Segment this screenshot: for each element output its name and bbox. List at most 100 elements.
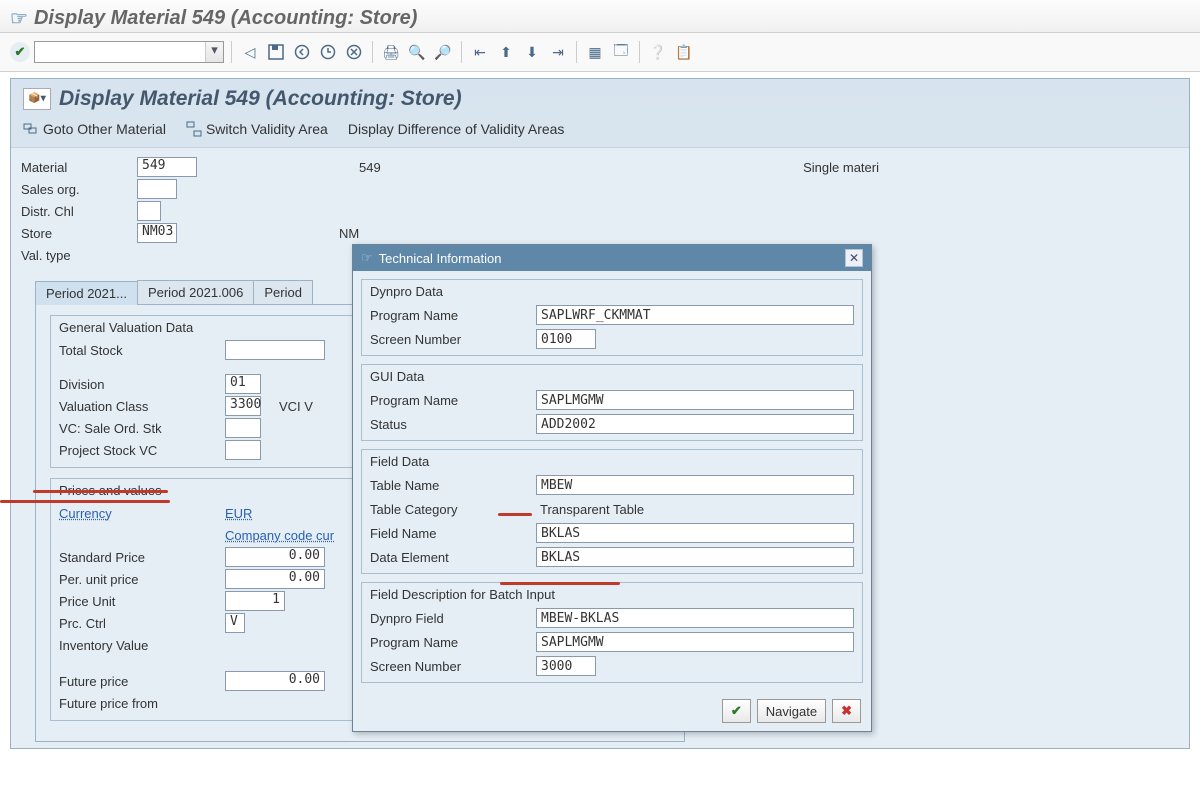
future-price-field[interactable]: 0.00 — [225, 671, 325, 691]
field-data-group: Field Data Table NameMBEW Table Category… — [361, 449, 863, 574]
prc-ctrl-field[interactable]: V — [225, 613, 245, 633]
total-stock-field[interactable] — [225, 340, 325, 360]
total-stock-label: Total Stock — [59, 343, 219, 358]
future-price-label: Future price — [59, 674, 219, 689]
batch-program-label: Program Name — [370, 635, 530, 650]
dynpro-data-group: Dynpro Data Program NameSAPLWRF_CKMMAT S… — [361, 279, 863, 356]
material-label: Material — [21, 160, 131, 175]
data-element-field: BKLAS — [536, 547, 854, 567]
distr-chl-field[interactable] — [137, 201, 161, 221]
cancel-icon: ✖ — [841, 703, 852, 719]
window-title-bar: ☞ Display Material 549 (Accounting: Stor… — [0, 0, 1200, 32]
batch-legend: Field Description for Batch Input — [362, 583, 862, 606]
tab-period-3[interactable]: Period — [253, 280, 313, 304]
currency-value[interactable]: EUR — [225, 506, 355, 521]
material-field[interactable]: 549 — [137, 157, 197, 177]
dynpro-legend: Dynpro Data — [362, 280, 862, 303]
table-category-value: Transparent Table — [536, 502, 854, 517]
batch-screen-label: Screen Number — [370, 659, 530, 674]
ok-button[interactable]: ✔ — [10, 42, 30, 62]
dynpro-program-label: Program Name — [370, 308, 530, 323]
table-name-label: Table Name — [370, 478, 530, 493]
valuation-class-field[interactable]: 3300 — [225, 396, 261, 416]
goto-icon — [23, 121, 39, 137]
switch-icon — [186, 121, 202, 137]
find-icon[interactable]: 🔍 — [406, 41, 428, 63]
store-label: Store — [21, 226, 131, 241]
price-unit-label: Price Unit — [59, 594, 219, 609]
annotation-underline-3 — [498, 513, 532, 516]
main-toolbar: ✔ ▾ ◁ 🖨 🔍 🔎 ⇤ ⬆ ⬇ ⇥ ▦ 🗔 ❔ 📋 — [0, 33, 1200, 71]
prc-ctrl-label: Prc. Ctrl — [59, 616, 219, 631]
back-icon[interactable]: ◁ — [239, 41, 261, 63]
screen-title: Display Material 549 (Accounting: Store) — [59, 87, 462, 111]
find-next-icon[interactable]: 🔎 — [432, 41, 454, 63]
batch-screen-field: 3000 — [536, 656, 596, 676]
division-field[interactable]: 01 — [225, 374, 261, 394]
vci-v-text: VCI V — [279, 399, 313, 414]
project-stock-vc-field[interactable] — [225, 440, 261, 460]
material-desc: 549 — [359, 160, 381, 175]
popup-close-button[interactable]: ✕ — [845, 249, 863, 267]
check-icon: ✔ — [731, 703, 742, 719]
vc-sale-ord-field[interactable] — [225, 418, 261, 438]
print-icon[interactable]: 🖨 — [380, 41, 402, 63]
sales-org-field[interactable] — [137, 179, 177, 199]
new-session-icon[interactable]: ▦ — [584, 41, 606, 63]
shortcut-icon[interactable]: 🗔 — [610, 41, 632, 63]
field-name-label: Field Name — [370, 526, 530, 541]
gui-program-label: Program Name — [370, 393, 530, 408]
cancel-round-icon[interactable] — [343, 41, 365, 63]
save-icon[interactable] — [265, 41, 287, 63]
exit-round-icon[interactable] — [317, 41, 339, 63]
annotation-underline-2 — [0, 500, 170, 503]
per-unit-field[interactable]: 0.00 — [225, 569, 325, 589]
store-field[interactable]: NM03 — [137, 223, 177, 243]
next-page-icon[interactable]: ⬇ — [521, 41, 543, 63]
help-icon[interactable]: ❔ — [647, 41, 669, 63]
popup-title-bar: ☞ Technical Information ✕ — [353, 245, 871, 271]
division-label: Division — [59, 377, 219, 392]
first-page-icon[interactable]: ⇤ — [469, 41, 491, 63]
popup-navigate-button[interactable]: Navigate — [757, 699, 826, 723]
dynpro-program-field: SAPLWRF_CKMMAT — [536, 305, 854, 325]
project-stock-vc-label: Project Stock VC — [59, 443, 219, 458]
price-unit-field[interactable]: 1 — [225, 591, 285, 611]
annotation-underline-1 — [33, 490, 168, 493]
std-price-field[interactable]: 0.00 — [225, 547, 325, 567]
display-diff-button[interactable]: Display Difference of Validity Areas — [348, 121, 565, 137]
dynpro-field-label: Dynpro Field — [370, 611, 530, 626]
switch-validity-button[interactable]: Switch Validity Area — [186, 121, 328, 137]
goto-other-material-button[interactable]: Goto Other Material — [23, 121, 166, 137]
layout-menu-icon[interactable]: 📋 — [673, 41, 695, 63]
prev-page-icon[interactable]: ⬆ — [495, 41, 517, 63]
popup-ok-button[interactable]: ✔ — [722, 699, 751, 723]
data-element-label: Data Element — [370, 550, 530, 565]
batch-program-field: SAPLMGMW — [536, 632, 854, 652]
vc-sale-ord-label: VC: Sale Ord. Stk — [59, 421, 219, 436]
val-type-label: Val. type — [21, 248, 131, 263]
last-page-icon[interactable]: ⇥ — [547, 41, 569, 63]
gui-program-field: SAPLMGMW — [536, 390, 854, 410]
back-round-icon[interactable] — [291, 41, 313, 63]
sap-window-icon: ☞ — [10, 6, 28, 31]
gui-data-group: GUI Data Program NameSAPLMGMW StatusADD2… — [361, 364, 863, 441]
gui-status-label: Status — [370, 417, 530, 432]
field-name-field: BKLAS — [536, 523, 854, 543]
popup-cancel-button[interactable]: ✖ — [832, 699, 861, 723]
tab-period-1[interactable]: Period 2021... — [35, 281, 138, 305]
screen-icon: 📦▾ — [23, 88, 51, 110]
inventory-value-label: Inventory Value — [59, 638, 219, 653]
popup-corner-icon: ☞ — [361, 250, 373, 266]
store-desc: NM — [339, 226, 359, 241]
gui-status-field: ADD2002 — [536, 414, 854, 434]
popup-title: Technical Information — [379, 251, 502, 266]
command-dropdown-icon[interactable]: ▾ — [205, 42, 223, 62]
technical-info-popup: ☞ Technical Information ✕ Dynpro Data Pr… — [352, 244, 872, 732]
popup-footer: ✔ Navigate ✖ — [353, 691, 871, 731]
currency-link[interactable]: Currency — [59, 506, 219, 521]
command-field[interactable]: ▾ — [34, 41, 224, 63]
future-price-from-label: Future price from — [59, 696, 219, 711]
distr-chl-label: Distr. Chl — [21, 204, 131, 219]
tab-period-2[interactable]: Period 2021.006 — [137, 280, 254, 304]
